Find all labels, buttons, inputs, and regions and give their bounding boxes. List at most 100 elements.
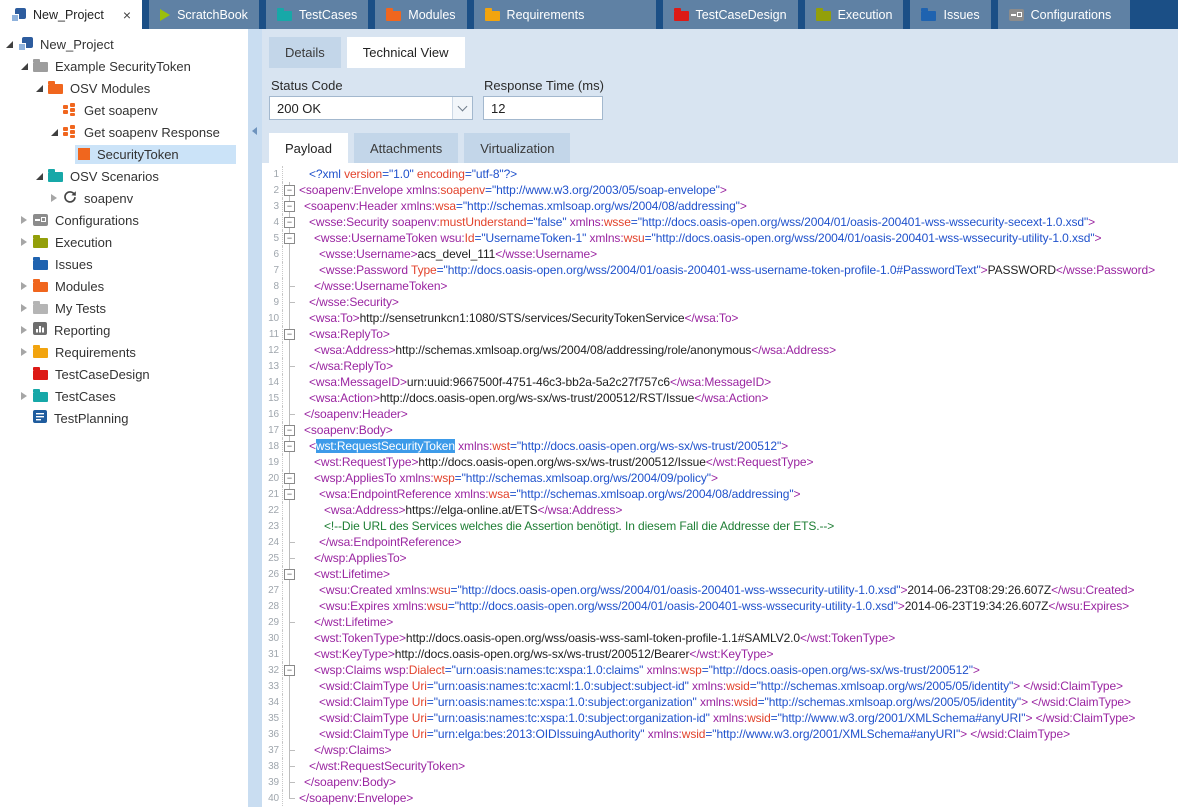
top-tab-testcasedesign[interactable]: TestCaseDesign (663, 0, 798, 29)
close-tab-icon[interactable]: × (123, 8, 131, 22)
fold-collapse-icon[interactable] (283, 198, 297, 214)
tree-item-my-tests[interactable]: My Tests (0, 297, 248, 319)
collapsed-arrow-icon[interactable] (18, 326, 30, 334)
fold-collapse-icon[interactable] (283, 214, 297, 230)
expanded-arrow-icon[interactable] (33, 173, 45, 180)
top-tab-new_project[interactable]: New_Project× (0, 0, 142, 29)
tree-item-body: TestCaseDesign (30, 365, 236, 384)
code-text: <wst:RequestSecurityToken xmlns:wst="htt… (297, 438, 792, 454)
document-icon (33, 410, 47, 426)
fold-collapse-icon[interactable] (283, 422, 297, 438)
fold-collapse-icon[interactable] (283, 230, 297, 246)
xml-token: <?xml (309, 167, 344, 181)
dropdown-button[interactable] (452, 97, 472, 119)
xml-token: </wsse:Password> (1056, 263, 1155, 277)
fold-collapse-icon[interactable] (283, 182, 297, 198)
tab-attachments[interactable]: Attachments (354, 133, 458, 163)
tree-item-execution[interactable]: Execution (0, 231, 248, 253)
collapse-sidebar-icon[interactable] (252, 127, 257, 135)
code-line: 18<wst:RequestSecurityToken xmlns:wst="h… (262, 438, 1178, 454)
tab-virtualization[interactable]: Virtualization (464, 133, 570, 163)
fold-collapse-icon[interactable] (283, 486, 297, 502)
top-tab-configurations[interactable]: Configurations (998, 0, 1130, 29)
tree-item-securitytoken[interactable]: SecurityToken (0, 143, 248, 165)
folder-icon (48, 172, 63, 182)
fold-collapse-icon[interactable] (283, 438, 297, 454)
line-number: 30 (262, 630, 283, 646)
expanded-arrow-icon[interactable] (18, 63, 30, 70)
tree-item-configurations[interactable]: Configurations (0, 209, 248, 231)
collapsed-arrow-icon[interactable] (18, 282, 30, 290)
fold-margin (283, 758, 297, 774)
tab-label: Payload (285, 141, 332, 156)
collapsed-arrow-icon[interactable] (18, 238, 30, 246)
tree-item-testcases[interactable]: TestCases (0, 385, 248, 407)
fold-margin (283, 294, 297, 310)
code-text: <?xml version="1.0" encoding="utf-8"?> (297, 166, 521, 182)
code-text: </soapenv:Body> (297, 774, 400, 790)
top-tab-modules[interactable]: Modules (375, 0, 466, 29)
xml-token: <wsu:Expires xmlns: (319, 599, 427, 613)
tree-item-issues[interactable]: Issues (0, 253, 248, 275)
top-tab-requirements[interactable]: Requirements (474, 0, 656, 29)
response-time-input[interactable] (483, 96, 603, 120)
tree-item-example-securitytoken[interactable]: Example SecurityToken (0, 55, 248, 77)
tree-item-reporting[interactable]: Reporting (0, 319, 248, 341)
tree-item-requirements[interactable]: Requirements (0, 341, 248, 363)
tree-item-label: soapenv (84, 191, 133, 206)
top-tab-testcases[interactable]: TestCases (266, 0, 368, 29)
fold-collapse-icon[interactable] (283, 470, 297, 486)
collapsed-arrow-icon[interactable] (48, 194, 60, 202)
code-line: 21<wsa:EndpointReference xmlns:wsa="http… (262, 486, 1178, 502)
line-number: 37 (262, 742, 283, 758)
sidebar-splitter[interactable] (248, 29, 262, 807)
tree-item-get-soapenv-response[interactable]: Get soapenv Response (0, 121, 248, 143)
tree-item-modules[interactable]: Modules (0, 275, 248, 297)
expanded-arrow-icon[interactable] (48, 129, 60, 136)
line-number: 28 (262, 598, 283, 614)
code-text: </wsa:EndpointReference> (297, 534, 465, 550)
expanded-arrow-icon[interactable] (33, 85, 45, 92)
tab-payload[interactable]: Payload (269, 133, 348, 163)
xml-token: Uri (412, 711, 427, 725)
folder-icon (816, 11, 831, 21)
top-tab-scratchbook[interactable]: ScratchBook (149, 0, 259, 29)
xml-token: encoding (417, 167, 465, 181)
xml-token: http://docs.oasis-open.org/ws-sx/ws-trus… (380, 391, 694, 405)
fold-collapse-icon[interactable] (283, 326, 297, 342)
xml-editor[interactable]: 1<?xml version="1.0" encoding="utf-8"?>2… (262, 163, 1178, 807)
tree-item-get-soapenv[interactable]: Get soapenv (0, 99, 248, 121)
line-number: 3 (262, 198, 283, 214)
tree-item-osv-scenarios[interactable]: OSV Scenarios (0, 165, 248, 187)
collapsed-arrow-icon[interactable] (18, 392, 30, 400)
xml-token: </wsse:Username> (495, 247, 597, 261)
line-number: 40 (262, 790, 283, 806)
tree-item-body: Reporting (30, 320, 236, 340)
expanded-arrow-icon[interactable] (3, 41, 15, 48)
tree-item-label: OSV Modules (70, 81, 150, 96)
code-line: 17<soapenv:Body> (262, 422, 1178, 438)
xml-token: </wsse:UsernameToken> (314, 279, 447, 293)
tree-item-testplanning[interactable]: TestPlanning (0, 407, 248, 429)
collapsed-arrow-icon[interactable] (18, 348, 30, 356)
fold-collapse-icon[interactable] (283, 566, 297, 582)
tree-item-new_project[interactable]: New_Project (0, 33, 248, 55)
collapsed-arrow-icon[interactable] (18, 216, 30, 224)
tree-item-osv-modules[interactable]: OSV Modules (0, 77, 248, 99)
tab-technical-view[interactable]: Technical View (347, 37, 465, 68)
xml-token: xmlns: (590, 231, 624, 245)
tree-item-testcasedesign[interactable]: TestCaseDesign (0, 363, 248, 385)
collapsed-arrow-icon[interactable] (18, 304, 30, 312)
fold-collapse-icon[interactable] (283, 662, 297, 678)
code-text: </wsse:UsernameToken> (297, 278, 451, 294)
xml-token: ="http://docs.oasis-open.org/wss/2004/01… (437, 263, 981, 277)
tree-item-soapenv[interactable]: soapenv (0, 187, 248, 209)
status-code-dropdown[interactable]: 200 OK (269, 96, 473, 120)
top-tab-execution[interactable]: Execution (805, 0, 904, 29)
xml-token: <!--Die URL des Services welches die Ass… (324, 519, 834, 533)
xml-token: </wsse:Security> (309, 295, 399, 309)
tab-details[interactable]: Details (269, 37, 341, 68)
folder-icon (33, 392, 48, 402)
folder-icon (48, 84, 63, 94)
top-tab-issues[interactable]: Issues (910, 0, 990, 29)
